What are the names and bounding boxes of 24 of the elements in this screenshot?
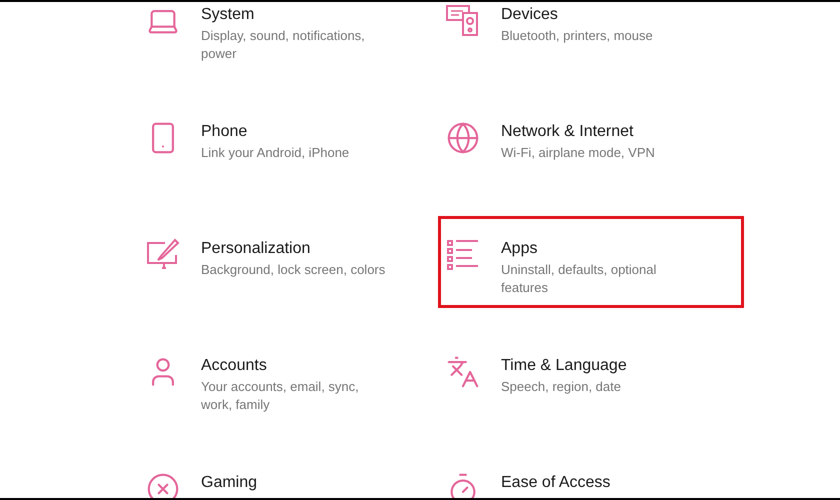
globe-icon — [446, 121, 480, 155]
tile-title: Apps — [501, 239, 538, 259]
tile-title: Network & Internet — [501, 122, 634, 142]
tile-description: Speech, region, date — [501, 378, 622, 396]
tile-description: Uninstall, defaults, optional features — [501, 261, 658, 297]
keyboard-speaker-icon — [445, 3, 481, 39]
tile-title: Time & Language — [501, 356, 628, 376]
tile-title: Ease of Access — [501, 473, 612, 493]
tile-description: Link your Android, iPhone — [201, 144, 350, 162]
tile-description: Wi-Fi, airplane mode, VPN — [501, 144, 656, 162]
tile-title: Phone — [201, 122, 248, 142]
tile-description: Display, sound, notifications, power — [201, 27, 366, 63]
tile-description: Background, lock screen, colors — [201, 261, 386, 279]
list-icon — [445, 237, 481, 273]
tile-title: Personalization — [201, 239, 312, 259]
tile-title: System — [201, 5, 256, 25]
tile-title: Accounts — [201, 356, 268, 376]
tile-title: Gaming — [201, 473, 258, 493]
tile-title: Devices — [501, 5, 559, 25]
tile-description: Your accounts, email, sync, work, family — [201, 378, 360, 414]
circle-x-icon — [146, 472, 180, 498]
language-icon — [446, 355, 480, 389]
tile-description: Bluetooth, printers, mouse — [501, 27, 654, 45]
highlighted-settings-tile[interactable]: Apps Uninstall, defaults, optional features — [438, 216, 744, 308]
